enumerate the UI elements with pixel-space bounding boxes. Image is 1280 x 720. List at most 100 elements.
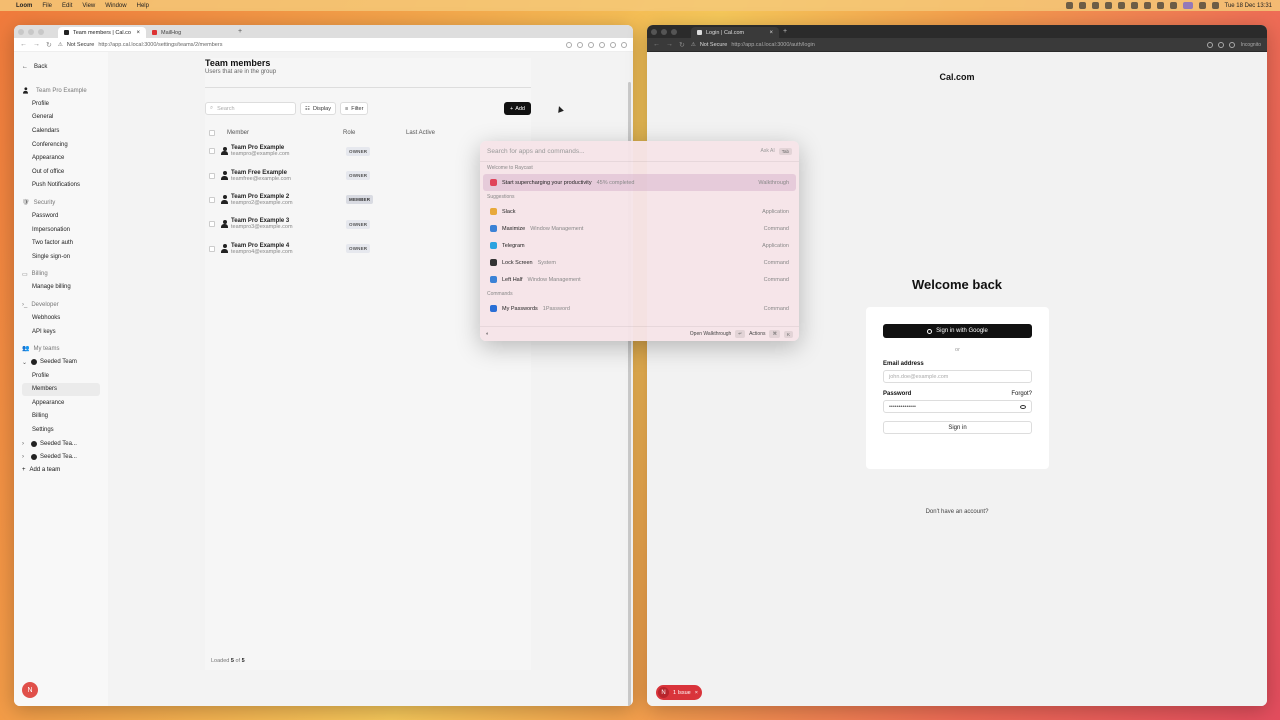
menu-view[interactable]: View	[82, 3, 95, 9]
close-window-button[interactable]	[651, 28, 657, 35]
add-team-button[interactable]: + Add a team	[22, 467, 108, 473]
raycast-item-maximize[interactable]: Maximize Window Management Command	[483, 220, 796, 237]
chevron-right-icon[interactable]: ›	[22, 441, 28, 447]
nextjs-issue-badge[interactable]: N 1 Issue ×	[656, 685, 702, 700]
row-checkbox[interactable]	[209, 221, 215, 228]
forward-arrow-icon[interactable]: →	[666, 41, 673, 48]
raycast-search-input[interactable]: Search for apps and commands...	[487, 148, 761, 155]
not-secure-label[interactable]: Not Secure	[67, 42, 95, 48]
incognito-label[interactable]: Incognito	[1241, 42, 1261, 48]
extension-icon[interactable]	[599, 41, 605, 48]
sidebar-item-impersonation[interactable]: Impersonation	[22, 223, 108, 237]
bookmark-star-icon[interactable]	[1206, 41, 1213, 48]
display-button[interactable]: ☷ Display	[300, 102, 336, 115]
sidebar-item-appearance[interactable]: Appearance	[22, 151, 108, 165]
tray-icon[interactable]	[1130, 2, 1138, 9]
chevron-down-icon[interactable]: ⌄	[22, 359, 28, 366]
menu-kebab-icon[interactable]	[621, 41, 627, 48]
menu-file[interactable]: File	[42, 3, 52, 9]
sidebar-team-other[interactable]: › Seeded Tea...	[22, 437, 108, 451]
add-member-button[interactable]: + Add	[503, 102, 531, 115]
sidebar-item-manage-billing[interactable]: Manage billing	[22, 281, 108, 295]
raycast-item-my-passwords[interactable]: My Passwords 1Password Command	[483, 300, 796, 317]
url-text[interactable]: http://app.cal.local:3000/auth/login	[731, 42, 814, 48]
tray-icon[interactable]	[1104, 2, 1112, 9]
google-signin-button[interactable]: Sign in with Google	[883, 324, 1032, 338]
url-field[interactable]: ⚠ Not Secure http://app.cal.local:3000/s…	[58, 42, 560, 48]
not-secure-label[interactable]: Not Secure	[700, 42, 728, 48]
back-arrow-icon[interactable]: ←	[20, 41, 27, 48]
battery-icon[interactable]	[1169, 2, 1177, 9]
sidebar-team-other[interactable]: › Seeded Tea...	[22, 450, 108, 464]
open-walkthrough-action[interactable]: Open Walkthrough	[690, 331, 732, 337]
minimize-window-button[interactable]	[28, 28, 34, 35]
sidebar-item-sso[interactable]: Single sign-on	[22, 250, 108, 264]
url-field[interactable]: ⚠ Not Secure http://app.cal.local:3000/a…	[691, 42, 1201, 48]
zoom-window-button[interactable]	[38, 28, 44, 35]
forward-arrow-icon[interactable]: →	[33, 41, 40, 48]
reload-icon[interactable]: ↻	[679, 41, 685, 49]
nextjs-badge[interactable]: N	[22, 682, 38, 698]
email-field[interactable]: john.doe@example.com	[883, 370, 1032, 383]
select-all-checkbox[interactable]	[209, 130, 215, 136]
new-tab-icon[interactable]: +	[783, 28, 787, 35]
search-input[interactable]: ⌕ Search	[205, 102, 296, 115]
sidebar-item-profile[interactable]: Profile	[22, 97, 108, 111]
close-tab-icon[interactable]: ×	[136, 30, 140, 36]
filter-button[interactable]: ≡ Filter	[339, 102, 369, 115]
actions-button[interactable]: Actions	[749, 331, 765, 337]
search-icon[interactable]	[1198, 2, 1206, 9]
sidebar-item-team-appearance[interactable]: Appearance	[22, 396, 108, 410]
menu-app-name[interactable]: Loom	[16, 3, 32, 9]
column-member[interactable]: Member	[223, 130, 343, 136]
sidebar-item-push-notifications[interactable]: Push Notifications	[22, 179, 108, 193]
column-last-active[interactable]: Last Active	[406, 130, 435, 136]
wifi-icon[interactable]	[1156, 2, 1164, 9]
tray-icon[interactable]	[1143, 2, 1151, 9]
close-icon[interactable]: ×	[695, 690, 698, 696]
url-text[interactable]: http://app.cal.local:3000/settings/teams…	[98, 42, 222, 48]
column-role[interactable]: Role	[343, 130, 406, 136]
raycast-tray-icon[interactable]	[1182, 2, 1193, 9]
menubar-clock[interactable]: Tue 18 Dec 13:31	[1225, 3, 1272, 9]
tab-mailhog[interactable]: MailHog	[146, 27, 234, 38]
zoom-window-button[interactable]	[671, 28, 677, 35]
sidebar-item-team-profile[interactable]: Profile	[22, 369, 108, 383]
chevron-right-icon[interactable]: ›	[22, 454, 28, 460]
raycast-item-slack[interactable]: Slack Application	[483, 203, 796, 220]
sidebar-item-password[interactable]: Password	[22, 209, 108, 223]
back-link[interactable]: ← Back	[22, 64, 108, 70]
sidebar-team-seeded[interactable]: ⌄ Seeded Team	[22, 355, 108, 369]
raycast-item-telegram[interactable]: Telegram Application	[483, 237, 796, 254]
sidebar-item-api-keys[interactable]: API keys	[22, 325, 108, 339]
raycast-search-bar[interactable]: Search for apps and commands... Ask AI T…	[480, 141, 799, 162]
sidebar-item-webhooks[interactable]: Webhooks	[22, 311, 108, 325]
eye-icon[interactable]	[1020, 404, 1026, 409]
sign-in-button[interactable]: Sign in	[883, 421, 1032, 434]
extension-icon[interactable]	[1228, 41, 1235, 48]
tray-icon[interactable]	[1117, 2, 1125, 9]
row-checkbox[interactable]	[209, 172, 215, 179]
menu-window[interactable]: Window	[105, 3, 126, 9]
raycast-item-lock-screen[interactable]: Lock Screen System Command	[483, 254, 796, 271]
menu-edit[interactable]: Edit	[62, 3, 72, 9]
tray-icon[interactable]	[1065, 2, 1073, 9]
raycast-item-walkthrough[interactable]: Start supercharging your productivity 45…	[483, 174, 796, 191]
sidebar-item-two-factor[interactable]: Two factor auth	[22, 236, 108, 250]
tab-team-members[interactable]: Team members | Cal.co ×	[58, 27, 146, 38]
password-field[interactable]: ••••••••••••••	[883, 400, 1032, 413]
extension-icon[interactable]	[577, 41, 583, 48]
tray-icon[interactable]	[1091, 2, 1099, 9]
control-center-icon[interactable]	[1211, 2, 1219, 9]
forgot-password-link[interactable]: Forgot?	[1011, 391, 1032, 397]
minimize-window-button[interactable]	[661, 28, 667, 35]
sidebar-item-members[interactable]: Members	[22, 382, 100, 397]
close-tab-icon[interactable]: ×	[769, 30, 773, 36]
ask-ai-label[interactable]: Ask AI	[761, 148, 775, 154]
extension-icon[interactable]	[588, 41, 594, 48]
reload-icon[interactable]: ↻	[46, 41, 52, 49]
sidebar-item-conferencing[interactable]: Conferencing	[22, 138, 108, 152]
sidebar-item-team-settings[interactable]: Settings	[22, 423, 108, 437]
menu-help[interactable]: Help	[137, 3, 149, 9]
bookmark-star-icon[interactable]	[566, 41, 572, 48]
